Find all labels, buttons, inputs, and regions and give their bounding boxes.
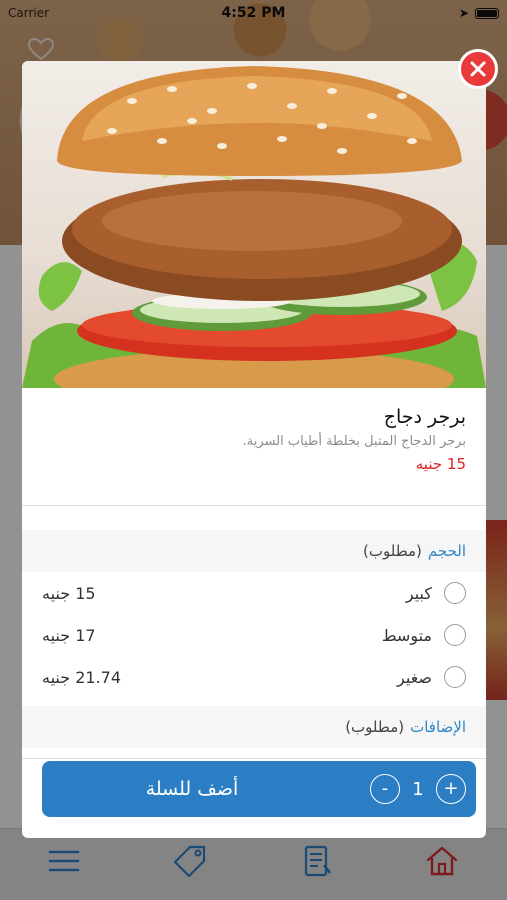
quantity-stepper: - 1 + xyxy=(370,774,466,804)
size-group-title: الحجم xyxy=(427,542,466,560)
item-description: برجر الدجاج المتبل بخلطة أطياب السرية. xyxy=(242,434,466,449)
item-details-modal: برجر دجاج برجر الدجاج المتبل بخلطة أطياب… xyxy=(22,61,486,838)
close-icon xyxy=(470,61,486,77)
add-to-cart-bar: أضف للسلة - 1 + xyxy=(42,761,476,817)
size-option-small[interactable]: صغير 21.74 جنيه xyxy=(22,656,486,698)
item-price: 15 جنيه xyxy=(415,455,466,473)
radio-button[interactable] xyxy=(444,666,466,688)
size-option-large[interactable]: كبير 15 جنيه xyxy=(22,572,486,614)
radio-button[interactable] xyxy=(444,624,466,646)
increase-quantity-button[interactable]: + xyxy=(436,774,466,804)
radio-button[interactable] xyxy=(444,582,466,604)
option-name: متوسط xyxy=(381,625,432,645)
size-group-header: الحجم (مطلوب) xyxy=(22,530,486,572)
quantity-value: 1 xyxy=(412,778,424,800)
add-to-cart-button[interactable]: أضف للسلة xyxy=(42,761,342,817)
option-name: كبير xyxy=(405,583,432,603)
extras-group-header: الإضافات (مطلوب) xyxy=(22,706,486,748)
close-button[interactable] xyxy=(458,49,498,89)
extras-group-required: (مطلوب) xyxy=(345,718,405,736)
extras-group-title: الإضافات xyxy=(410,718,466,736)
option-price: 17 جنيه xyxy=(42,625,96,645)
option-price: 15 جنيه xyxy=(42,583,96,603)
burger-image xyxy=(22,61,486,388)
item-info: برجر دجاج برجر الدجاج المتبل بخلطة أطياب… xyxy=(22,388,486,506)
divider xyxy=(22,758,486,759)
decrease-quantity-button[interactable]: - xyxy=(370,774,400,804)
option-price: 21.74 جنيه xyxy=(42,667,122,687)
size-group-required: (مطلوب) xyxy=(363,542,422,560)
item-name: برجر دجاج xyxy=(383,406,466,428)
size-option-medium[interactable]: متوسط 17 جنيه xyxy=(22,614,486,656)
